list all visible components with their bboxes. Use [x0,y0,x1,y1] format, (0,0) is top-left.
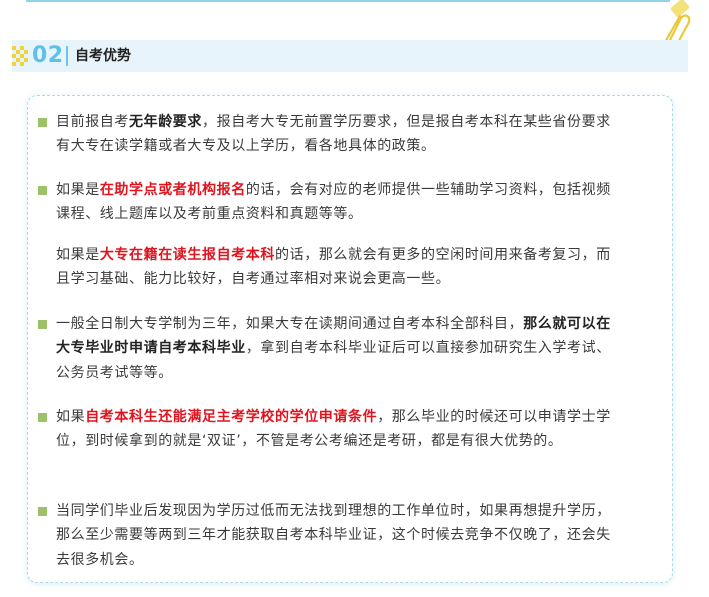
paragraph-lost-opportunity: 当同学们毕业后发现因为学历过低而无法找到理想的工作单位时，如果再想提升学历，那么… [56,499,616,572]
red-highlight: 自考本科生还能满足主考学校的学位申请条件 [85,409,378,425]
paragraph-text: 目前报自考 [56,114,129,130]
bullet-square-icon [38,186,47,195]
bullet-square-icon [38,413,47,422]
paragraph-text: 如果是 [56,247,100,263]
section-title-divider [66,46,68,66]
bold-emphasis: 无年龄要求 [129,114,202,130]
bullet-square-icon [38,507,47,516]
paragraph-no-age-limit: 目前报自考无年龄要求，报自考大专无前置学历要求，但是报自考本科在某些省份要求有大… [56,110,616,159]
paragraph-text: 当同学们毕业后发现因为学历过低而无法找到理想的工作单位时，如果再想提升学历，那么… [56,503,611,568]
section-number: 02 [32,43,64,68]
bullet-square-icon [38,118,47,127]
section-title: 自考优势 [75,48,131,64]
paragraph-enrolled-student: 如果是大专在籍在读生报自考本科的话，那么就会有更多的空闲时间用来备考复习，而且学… [56,243,616,292]
paragraph-bachelor-degree: 如果自考本科生还能满足主考学校的学位申请条件，那么毕业的时候还可以申请学士学位，… [56,405,616,454]
top-divider-line [26,0,670,2]
paragraph-institution-signup: 如果是在助学点或者机构报名的话，会有对应的老师提供一些辅助学习资料，包括视频课程… [56,178,616,227]
paragraph-text: 一般全日制大专学制为三年，如果大专在读期间通过自考本科全部科目， [56,316,524,332]
paragraph-text: 如果是 [56,182,100,198]
paragraph-graduate-with-degree: 一般全日制大专学制为三年，如果大专在读期间通过自考本科全部科目，那么就可以在大专… [56,312,616,385]
bullet-square-icon [38,320,47,329]
checker-icon [12,46,28,66]
paragraph-text: 如果 [56,409,86,425]
red-highlight: 在助学点或者机构报名 [99,182,246,198]
red-highlight: 大专在籍在读生报自考本科 [99,247,276,263]
